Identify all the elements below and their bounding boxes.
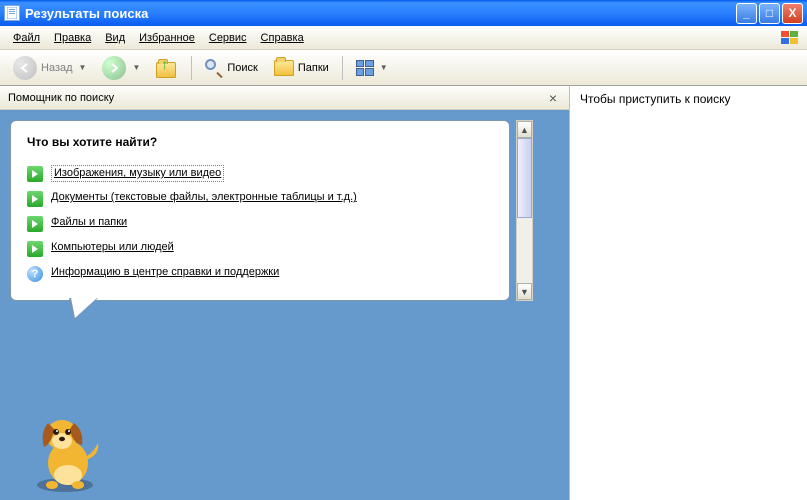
option-files-folders[interactable]: Файлы и папки bbox=[27, 211, 497, 236]
menu-bar: Файл Правка Вид Избранное Сервис Справка bbox=[0, 26, 807, 50]
search-dog-mascot bbox=[20, 405, 110, 495]
views-icon bbox=[356, 60, 374, 76]
arrow-right-icon bbox=[27, 216, 43, 232]
maximize-button[interactable]: □ bbox=[759, 3, 780, 24]
window-controls: _ □ X bbox=[736, 3, 803, 24]
search-icon bbox=[205, 59, 223, 77]
speech-balloon: Что вы хотите найти? Изображения, музыку… bbox=[10, 120, 510, 301]
content-area: Помощник по поиску × Что вы хотите найти… bbox=[0, 86, 807, 500]
option-documents[interactable]: Документы (текстовые файлы, электронные … bbox=[27, 186, 497, 211]
toolbar: Назад ▼ ▼ ↑ Поиск Папки ▼ bbox=[0, 50, 807, 86]
option-pictures-music-video[interactable]: Изображения, музыку или видео bbox=[27, 161, 497, 186]
up-button[interactable]: ↑ bbox=[149, 54, 185, 82]
pane-close-button[interactable]: × bbox=[545, 90, 561, 106]
toolbar-separator bbox=[342, 56, 343, 80]
forward-dropdown-icon: ▼ bbox=[132, 63, 140, 72]
search-assistant-pane: Помощник по поиску × Что вы хотите найти… bbox=[0, 86, 570, 500]
menu-file[interactable]: Файл bbox=[6, 29, 47, 47]
window-title: Результаты поиска bbox=[25, 6, 736, 21]
back-button[interactable]: Назад ▼ bbox=[6, 52, 93, 84]
option-label: Информацию в центре справки и поддержки bbox=[51, 265, 279, 280]
back-arrow-icon bbox=[13, 56, 37, 80]
assistant-background: Что вы хотите найти? Изображения, музыку… bbox=[0, 110, 569, 500]
window-icon bbox=[4, 5, 20, 21]
arrow-right-icon bbox=[27, 166, 43, 182]
balloon-heading: Что вы хотите найти? bbox=[27, 135, 497, 149]
minimize-button[interactable]: _ bbox=[736, 3, 757, 24]
forward-button[interactable]: ▼ bbox=[95, 52, 147, 84]
windows-flag-icon bbox=[779, 29, 801, 47]
folders-icon bbox=[274, 60, 294, 76]
scroll-down-button[interactable]: ▼ bbox=[517, 283, 532, 300]
close-button[interactable]: X bbox=[782, 3, 803, 24]
views-button[interactable]: ▼ bbox=[349, 56, 395, 80]
scroll-up-button[interactable]: ▲ bbox=[517, 121, 532, 138]
arrow-right-icon bbox=[27, 241, 43, 257]
option-label: Компьютеры или людей bbox=[51, 240, 174, 255]
views-dropdown-icon: ▼ bbox=[380, 63, 388, 72]
menu-help[interactable]: Справка bbox=[254, 29, 311, 47]
option-computers-people[interactable]: Компьютеры или людей bbox=[27, 236, 497, 261]
option-label: Изображения, музыку или видео bbox=[51, 165, 224, 182]
up-folder-icon: ↑ bbox=[156, 58, 178, 78]
back-dropdown-icon: ▼ bbox=[79, 63, 87, 72]
menu-edit[interactable]: Правка bbox=[47, 29, 98, 47]
search-label: Поиск bbox=[227, 62, 257, 74]
folders-button[interactable]: Папки bbox=[267, 56, 336, 80]
menu-view[interactable]: Вид bbox=[98, 29, 132, 47]
scrollbar[interactable]: ▲ ▼ bbox=[516, 120, 533, 301]
folders-label: Папки bbox=[298, 62, 329, 74]
pane-header: Помощник по поиску × bbox=[0, 86, 569, 110]
search-button[interactable]: Поиск bbox=[198, 55, 264, 81]
option-help-center[interactable]: ? Информацию в центре справки и поддержк… bbox=[27, 261, 497, 286]
results-hint: Чтобы приступить к поиску bbox=[580, 92, 731, 106]
scroll-thumb[interactable] bbox=[517, 138, 532, 218]
back-label: Назад bbox=[41, 62, 73, 74]
help-icon: ? bbox=[27, 266, 43, 282]
toolbar-separator bbox=[191, 56, 192, 80]
pane-title: Помощник по поиску bbox=[8, 92, 545, 104]
forward-arrow-icon bbox=[102, 56, 126, 80]
arrow-right-icon bbox=[27, 191, 43, 207]
title-bar: Результаты поиска _ □ X bbox=[0, 0, 807, 26]
menu-tools[interactable]: Сервис bbox=[202, 29, 254, 47]
results-area: Чтобы приступить к поиску bbox=[570, 86, 807, 500]
option-label: Документы (текстовые файлы, электронные … bbox=[51, 190, 357, 205]
menu-favorites[interactable]: Избранное bbox=[132, 29, 202, 47]
option-label: Файлы и папки bbox=[51, 215, 127, 230]
